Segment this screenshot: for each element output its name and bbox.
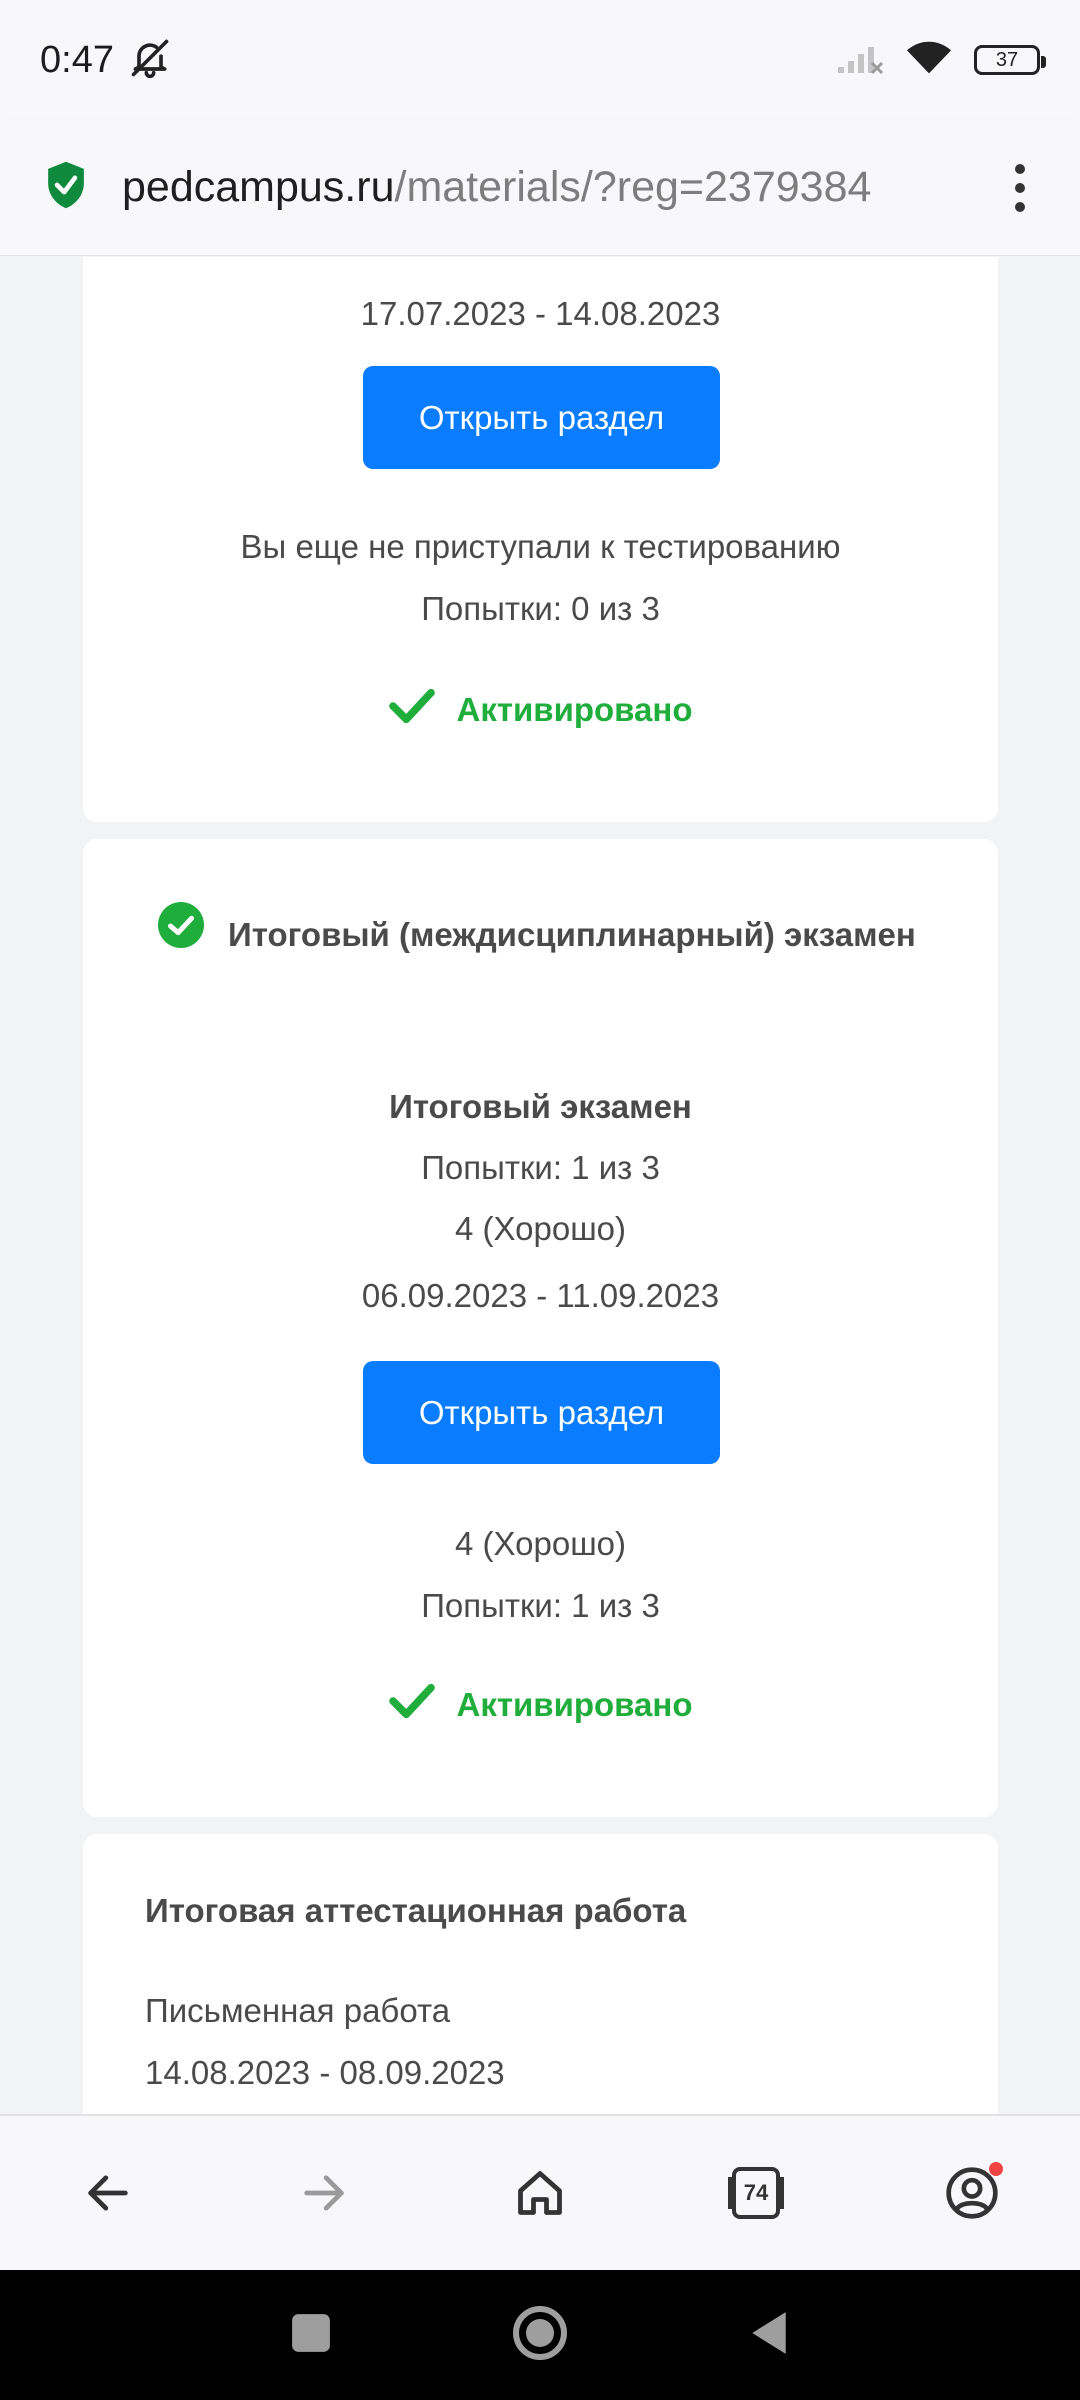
item-label: Письменная работа xyxy=(145,1992,451,2029)
tabs-icon[interactable]: 74 xyxy=(711,2148,801,2238)
attempts-text: Попытки: 0 из 3 xyxy=(421,590,660,627)
activated-status: Активировано xyxy=(83,687,998,733)
open-section-button[interactable]: Открыть раздел xyxy=(363,366,720,469)
more-vertical-icon[interactable] xyxy=(1000,163,1040,212)
back-triangle-icon[interactable] xyxy=(748,2310,790,2361)
page-content: 17.07.2023 - 14.08.2023 Открыть раздел В… xyxy=(0,257,1080,2114)
exam-card: Итоговый (междисциплинарный) экзамен Ито… xyxy=(83,839,998,1817)
notification-dot xyxy=(989,2162,1003,2176)
url-path: /materials/?reg=2379384 xyxy=(394,163,872,211)
exam-title: Итоговый (междисциплинарный) экзамен xyxy=(228,916,916,953)
activated-label: Активировано xyxy=(456,691,693,728)
status-bar: 0:47 37 xyxy=(0,0,1080,120)
wifi-icon xyxy=(906,40,952,81)
exam-subtitle: Итоговый экзамен xyxy=(389,1088,692,1125)
browser-toolbar: 74 xyxy=(0,2114,1080,2270)
activated-status: Активировано xyxy=(83,1682,998,1728)
shield-check-icon[interactable] xyxy=(44,160,88,215)
card-title: Итоговый (междисциплинарный) экзамен xyxy=(145,901,936,965)
attempts-text: Попытки: 1 из 3 xyxy=(421,1587,660,1624)
test-status-text: Вы еще не приступали к тестированию xyxy=(240,528,841,565)
date-range: 14.08.2023 - 08.09.2023 xyxy=(145,2054,505,2091)
date-range: 06.09.2023 - 11.09.2023 xyxy=(361,1277,720,1314)
profile-icon[interactable] xyxy=(927,2148,1017,2238)
battery-indicator: 37 xyxy=(974,45,1046,75)
attempts-text: Попытки: 1 из 3 xyxy=(421,1149,660,1186)
arrow-right-icon[interactable] xyxy=(279,2148,369,2238)
arrow-left-icon[interactable] xyxy=(63,2148,153,2238)
attestation-card: Итоговая аттестационная работа Письменна… xyxy=(83,1834,998,2114)
address-bar[interactable]: pedcampus.ru/materials/?reg=2379384 xyxy=(0,120,1080,256)
tabs-count: 74 xyxy=(743,2180,769,2205)
date-range: 17.07.2023 - 14.08.2023 xyxy=(360,295,721,332)
status-time: 0:47 xyxy=(40,38,114,81)
activated-label: Активировано xyxy=(456,1686,693,1723)
check-circle-icon xyxy=(158,901,204,965)
open-section-button[interactable]: Открыть раздел xyxy=(363,1361,720,1464)
home-icon[interactable] xyxy=(495,2148,585,2238)
system-nav-bar xyxy=(0,2270,1080,2400)
url-field[interactable]: pedcampus.ru/materials/?reg=2379384 xyxy=(122,163,1000,212)
grade-text: 4 (Хорошо) xyxy=(454,1525,627,1562)
recents-icon[interactable] xyxy=(290,2312,332,2359)
test-card: 17.07.2023 - 14.08.2023 Открыть раздел В… xyxy=(83,257,998,822)
grade-text: 4 (Хорошо) xyxy=(454,1210,627,1247)
check-icon xyxy=(388,1682,435,1728)
home-circle-icon[interactable] xyxy=(512,2305,568,2366)
check-icon xyxy=(388,687,435,733)
signal-icon xyxy=(836,41,884,80)
bell-off-icon xyxy=(128,36,172,85)
attestation-title: Итоговая аттестационная работа xyxy=(145,1892,687,1929)
url-domain: pedcampus.ru xyxy=(122,163,395,211)
